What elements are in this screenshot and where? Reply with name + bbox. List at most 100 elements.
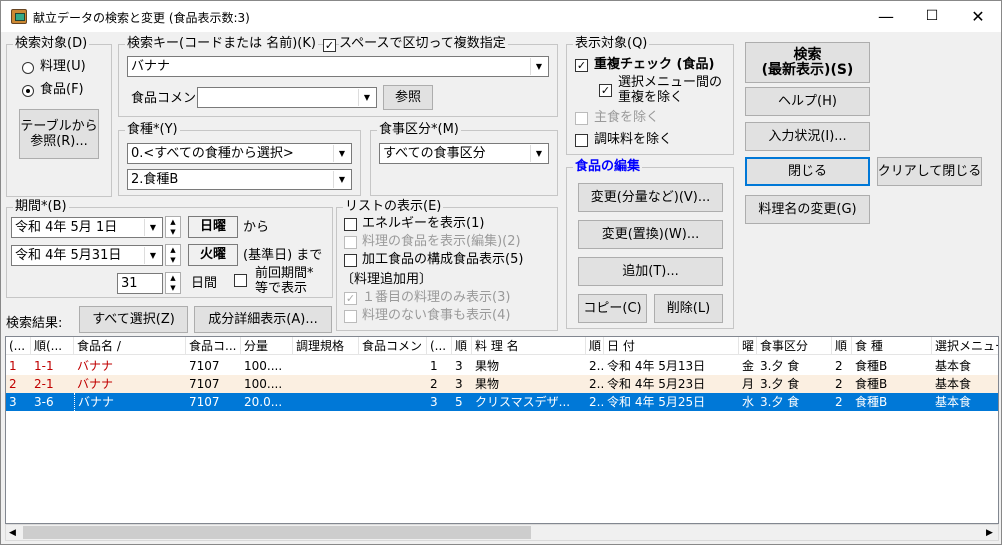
food-comment-input[interactable]: ▼ [197,87,377,108]
days-spinner[interactable]: ▲ ▼ [165,272,181,294]
table-cell: 2 [9,377,17,391]
dup-check-checkbox[interactable]: ✓ [575,59,588,72]
change-replace-button[interactable]: 変更(置換)(W)... [578,220,723,249]
processed-checkbox[interactable] [344,254,357,267]
column-header[interactable]: 食事区分 [757,337,832,355]
column-header[interactable]: 順 [832,337,852,355]
close-button[interactable]: 閉じる [745,157,870,186]
results-table[interactable]: (... 順(... 食品名 / 食品コ... 分量 調理規格 食品コメント (... 順料 理… [5,336,999,524]
chevron-down-icon[interactable]: ▼ [530,145,547,162]
excl-seasoning-checkbox[interactable] [575,134,588,147]
change-qty-button[interactable]: 変更(分量など)(V)... [578,183,723,212]
column-header[interactable]: 曜 [739,337,757,355]
days-input[interactable]: 31 [117,273,163,294]
display-target-group: 表示対象(Q) ✓ 重複チェック (食品) 選択メニュー間の ✓ 重複を除く 主… [566,36,734,155]
chevron-down-icon[interactable]: ▼ [530,58,547,75]
food-type-select-2[interactable]: 2.食種B ▼ [127,169,352,190]
column-header[interactable]: (... [6,337,31,355]
table-cell: 3 [9,395,17,409]
column-header[interactable]: 選択メニュー [932,337,998,355]
chevron-down-icon[interactable]: ▼ [358,89,375,106]
input-status-button[interactable]: 入力状況(I)... [745,122,870,151]
processed-label: 加工食品の構成食品表示(5) [362,252,524,267]
first-only-checkbox[interactable]: ✓ [344,292,357,305]
to-date-spinner[interactable]: ▲ ▼ [165,244,181,266]
help-button[interactable]: ヘルプ(H) [745,87,870,116]
dup-check-label: 重複チェック (食品) [594,57,715,72]
excl-seasoning-label: 調味料を除く [594,132,673,147]
column-header[interactable]: 順 [452,337,472,355]
radio-food[interactable] [22,85,34,97]
period-label: 期間*(B) [13,199,69,215]
column-header[interactable]: 順(... [31,337,74,355]
excl-menu-label: 選択メニュー間の [618,75,723,90]
delete-button[interactable]: 削除(L) [654,294,723,323]
horizontal-scrollbar[interactable]: ◀ ▶ [5,524,999,541]
radio-food-label: 食品(F) [40,82,84,97]
meal-class-select[interactable]: すべての食事区分 ▼ [379,143,549,164]
table-cell: 3 [455,359,463,373]
column-header[interactable]: 食品コメント [359,337,427,355]
close-window-button[interactable]: ✕ [955,1,1001,32]
column-header[interactable]: 料 理 名 [472,337,586,355]
table-cell: 令和 4年 5月23日 [607,377,706,391]
from-date-input[interactable]: 令和 4年 5月 1日 ▼ [11,217,163,238]
excl-staple-checkbox[interactable] [575,112,588,125]
search-key-input[interactable]: バナナ ▼ [127,56,549,77]
food-type-select-1[interactable]: 0.<すべての食種から選択> ▼ [127,143,352,164]
energy-checkbox[interactable] [344,218,357,231]
column-header[interactable]: (... [427,337,452,355]
scrollbar-thumb[interactable] [23,526,531,539]
multi-spec-label: スペースで区切って複数指定 [339,36,508,52]
period-group: 期間*(B) 令和 4年 5月 1日 ▼ ▲ ▼ 日曜 から 令和 4年 5月31日… [6,199,333,298]
chevron-down-icon[interactable]: ▼ [144,247,161,264]
table-row[interactable]: 1 1-1 バナナ 7107 100.... 1 3 果物 2...令和 4年 5月13日 金 3.… [6,357,998,375]
table-cell: 2... [589,395,604,409]
select-all-button[interactable]: すべて選択(Z) [79,306,188,333]
scroll-left-icon[interactable]: ◀ [9,525,16,541]
detail-button[interactable]: 成分詳細表示(A)... [194,306,332,333]
table-row[interactable]: 3 3-6 バナナ7107 20.0... 3 5 クリスマスデザ... 2...令和 4年 … [6,393,998,411]
multi-spec-checkbox[interactable]: ✓ [323,39,336,52]
table-cell: 2... [589,377,604,391]
clear-close-button[interactable]: クリアして閉じる [877,157,982,186]
from-day: 日曜 [188,216,238,238]
column-header[interactable]: 食品コ... [186,337,241,355]
column-header[interactable]: 調理規格 [293,337,359,355]
table-cell: 食種B [855,395,888,409]
to-day: 火曜 [188,244,238,266]
prev-period-label: 前回期間* [255,266,314,281]
column-header[interactable]: 順 [586,337,604,355]
add-button[interactable]: 追加(T)... [578,257,723,286]
table-cell: 2-1 [34,377,54,391]
excl-menu-checkbox[interactable]: ✓ [599,84,612,97]
radio-dish[interactable] [22,62,34,74]
dish-food-checkbox[interactable] [344,236,357,249]
chevron-down-icon[interactable]: ▼ [333,145,350,162]
column-header[interactable]: 日 付 [604,337,739,355]
table-cell: 果物 [475,377,500,391]
column-header[interactable]: 食 種 [852,337,932,355]
maximize-button[interactable]: ☐ [909,1,955,32]
column-header[interactable]: 食品名 / [74,337,186,355]
rename-dish-button[interactable]: 料理名の変更(G) [745,195,870,224]
search-button[interactable]: 検索 (最新表示)(S) [745,42,870,83]
copy-button[interactable]: コピー(C) [578,294,647,323]
table-cell: 1 [9,359,17,373]
no-dish-checkbox[interactable] [344,310,357,323]
table-row[interactable]: 2 2-1 バナナ 7107 100.... 2 3 果物 2...令和 4年 5月23日 月 3.… [6,375,998,393]
prev-period-checkbox[interactable] [234,274,247,287]
column-header[interactable]: 分量 [241,337,293,355]
table-cell: 3.夕 食 [760,359,800,373]
table-cell: 2 [835,377,843,391]
minimize-button[interactable]: — [863,1,909,32]
dish-add-label: 〔料理追加用〕 [341,272,433,287]
table-ref-button[interactable]: テーブルから 参照(R)... [19,109,99,159]
to-date-input[interactable]: 令和 4年 5月31日 ▼ [11,245,163,266]
chevron-down-icon[interactable]: ▼ [333,171,350,188]
chevron-down-icon[interactable]: ▼ [144,219,161,236]
from-date-spinner[interactable]: ▲ ▼ [165,216,181,238]
ref-button[interactable]: 参照 [383,85,433,110]
scroll-right-icon[interactable]: ▶ [986,525,993,541]
excl-menu-label-2: 重複を除く [618,90,684,105]
